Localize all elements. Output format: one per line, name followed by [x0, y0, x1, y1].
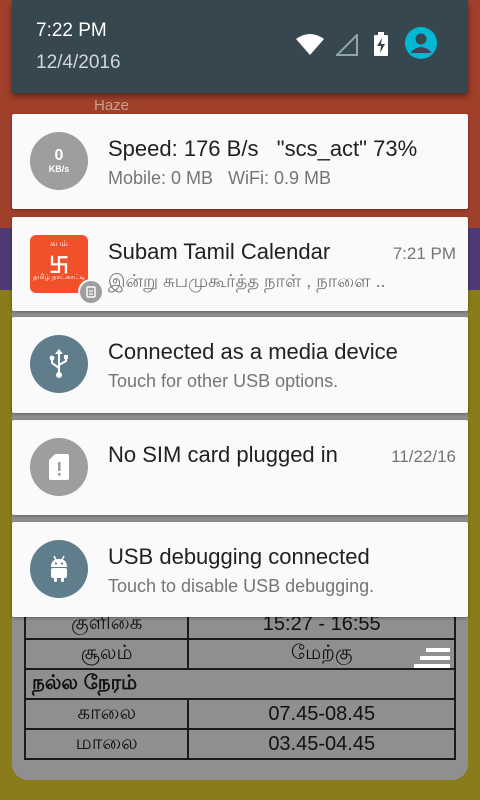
speed-icon-unit: KB/s — [48, 164, 70, 174]
table-row: மாலை 03.45-04.45 — [23, 728, 456, 760]
logo-symbol: 卐 — [49, 255, 69, 277]
table-cell: காலை — [23, 698, 190, 730]
menu-icon[interactable] — [414, 648, 450, 674]
android-debug-icon — [30, 540, 88, 598]
notification-title: USB debugging connected — [108, 544, 370, 569]
notification-title: No SIM card plugged in — [108, 442, 338, 467]
speed-icon-value: 0 — [54, 147, 64, 164]
notification-no-sim[interactable]: No SIM card plugged in 11/22/16 — [12, 420, 468, 515]
table-row: சூலம் மேற்கு — [23, 638, 456, 670]
no-signal-icon — [336, 34, 358, 56]
clock-time: 7:22 PM — [36, 20, 107, 41]
notification-title: Speed: 176 B/s "scs_act" 73% — [108, 136, 418, 161]
notification-subam-calendar[interactable]: சுபம் 卐 தமிழ் நாட்காட்டி Subam Tamil Cal… — [12, 217, 468, 311]
notification-title: Connected as a media device — [108, 339, 398, 364]
logo-top-text: சுபம் — [50, 239, 68, 248]
notification-text: இன்று சுபமுகூர்த்த நாள் , நாளை .. — [108, 271, 386, 291]
notification-text: Touch to disable USB debugging. — [108, 576, 375, 596]
table-row: நல்ல நேரம் — [24, 668, 456, 700]
quick-settings-header[interactable]: 7:22 PM 12/4/2016 — [12, 0, 468, 93]
sim-card-alert-icon — [30, 438, 88, 496]
notification-title: Subam Tamil Calendar — [108, 239, 331, 264]
usb-icon — [30, 335, 88, 393]
notification-text: Touch for other USB options. — [108, 371, 339, 391]
table-cell: 07.45-08.45 — [187, 698, 456, 730]
table-row: காலை 07.45-08.45 — [23, 698, 456, 730]
table-cell: 03.45-04.45 — [187, 728, 456, 760]
wifi-icon — [296, 34, 324, 55]
notification-text: Mobile: 0 MB WiFi: 0.9 MB — [108, 168, 332, 188]
bg-weather-label: Haze — [94, 97, 130, 114]
clock-date[interactable]: 12/4/2016 — [36, 52, 121, 74]
bg-timings-table: குளிகை 15:27 - 16:55 சூலம் மேற்கு நல்ல ந… — [23, 608, 456, 760]
battery-charging-icon — [374, 32, 388, 56]
logo-bottom-text: தமிழ் நாட்காட்டி — [32, 274, 86, 281]
app-small-badge-icon — [78, 279, 104, 305]
table-cell: சூலம் — [23, 638, 190, 670]
notification-usb-debugging[interactable]: USB debugging connected Touch to disable… — [12, 522, 468, 617]
notification-usb-media[interactable]: Connected as a media device Touch for ot… — [12, 317, 468, 413]
notification-time: 11/22/16 — [391, 447, 456, 466]
notification-network-speed[interactable]: 0 KB/s Speed: 176 B/s "scs_act" 73% Mobi… — [12, 114, 468, 209]
speed-meter-icon: 0 KB/s — [30, 132, 88, 190]
section-heading: நல்ல நேரம் — [24, 668, 456, 700]
table-cell: மாலை — [23, 728, 190, 760]
account-icon[interactable] — [405, 27, 437, 59]
notification-time: 7:21 PM — [392, 244, 456, 263]
